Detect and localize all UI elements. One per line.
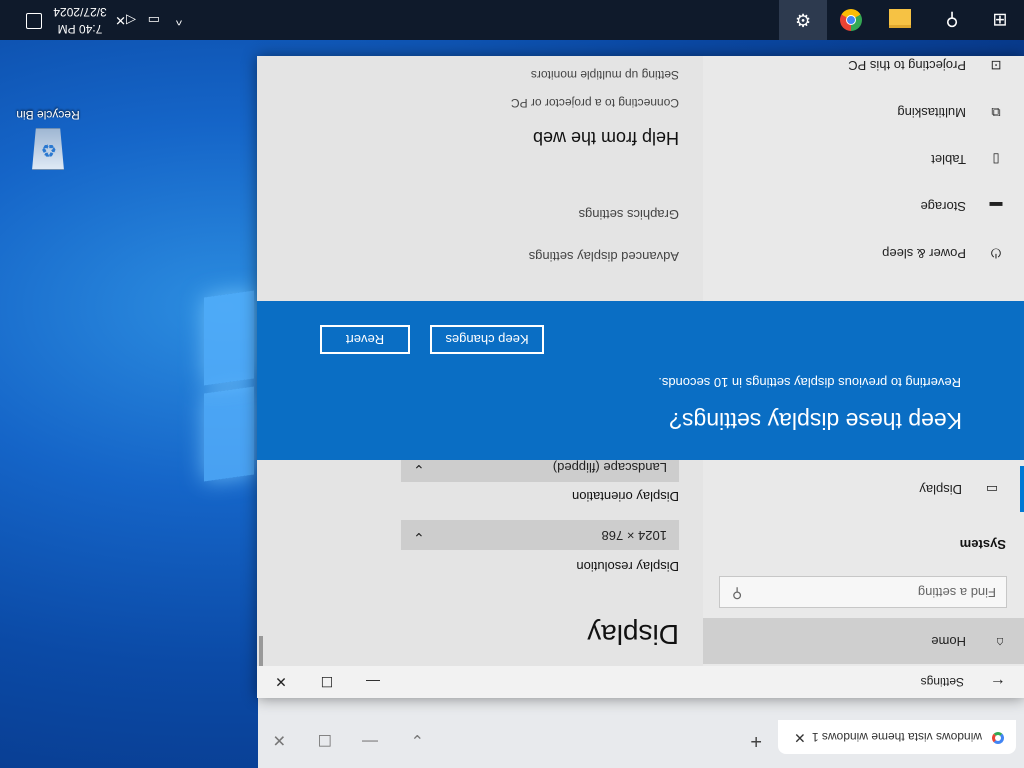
search-icon: ⚲ <box>732 586 743 602</box>
help-heading: Help from the web <box>532 128 679 148</box>
google-icon <box>992 732 1004 744</box>
volume-muted-icon[interactable]: ◁✕ <box>115 12 136 28</box>
sidebar-item-storage[interactable]: ▬ Storage <box>703 183 1024 229</box>
search-icon: ⚲ <box>945 10 959 30</box>
recycle-bin-shortcut[interactable]: Recycle Bin <box>8 108 88 170</box>
help-link[interactable]: Connecting to a projector or PC <box>511 96 679 110</box>
chevron-down-icon: ⌄ <box>413 530 425 546</box>
settings-minimize-button[interactable]: — <box>350 670 396 694</box>
multitasking-icon: ⧉ <box>991 105 1001 120</box>
chrome-button[interactable] <box>827 0 875 40</box>
browser-maximize-button[interactable]: ☐ <box>318 730 332 750</box>
sidebar-item-tablet[interactable]: ▯ Tablet <box>703 136 1024 182</box>
settings-window-title: Settings <box>920 675 964 689</box>
display-icon: ▭ <box>985 482 999 497</box>
chevron-up-icon[interactable]: ^ <box>176 13 182 28</box>
browser-window: windows vista theme windows 1( ✕ + ⌄ — ☐… <box>258 697 1024 768</box>
sidebar-item-home[interactable]: ⌂ Home <box>703 618 1024 664</box>
settings-close-button[interactable]: ✕ <box>258 670 304 694</box>
clock-date: 3/27/2024 <box>53 5 107 19</box>
sidebar-item-display[interactable]: ▭ Display <box>703 466 1024 512</box>
start-button[interactable]: ⊞ <box>976 0 1024 40</box>
orientation-label: Display orientation <box>572 489 679 504</box>
notification-icon[interactable] <box>26 13 42 29</box>
gear-icon: ⚙ <box>794 10 812 30</box>
sidebar-item-power-sleep[interactable]: ⏻ Power & sleep <box>703 230 1024 276</box>
folder-icon <box>889 9 911 28</box>
storage-icon: ▬ <box>989 199 1003 214</box>
power-icon: ⏻ <box>990 246 1002 261</box>
projecting-icon: ⊡ <box>990 58 1002 73</box>
revert-button[interactable]: Revert <box>320 325 410 354</box>
settings-titlebar: ← Settings — ☐ ✕ <box>257 666 1024 698</box>
dialog-message: Reverting to previous display settings i… <box>658 375 961 390</box>
chevron-down-icon: ⌄ <box>413 462 425 478</box>
windows-logo-wallpaper <box>204 288 254 482</box>
sidebar-item-projecting[interactable]: ⊡ Projecting to this PC <box>703 42 1024 88</box>
network-icon[interactable]: ▭ <box>148 12 160 28</box>
back-arrow-icon[interactable]: ← <box>990 674 1006 692</box>
tablet-icon: ▯ <box>992 152 1000 167</box>
browser-close-button[interactable]: ✕ <box>273 730 286 750</box>
settings-taskbar-button[interactable]: ⚙ <box>779 0 827 40</box>
help-link[interactable]: Setting up multiple monitors <box>531 68 679 82</box>
keep-settings-dialog: Keep these display settings? Reverting t… <box>257 301 1024 460</box>
desktop: Recycle Bin windows vista theme windows … <box>0 0 1024 768</box>
search-placeholder: Find a setting <box>917 585 996 600</box>
resolution-dropdown[interactable]: 1024 × 768 ⌄ <box>401 520 679 550</box>
tab-close-icon[interactable]: ✕ <box>794 729 806 746</box>
chrome-icon <box>840 9 862 31</box>
file-explorer-button[interactable] <box>876 0 924 40</box>
settings-maximize-button[interactable]: ☐ <box>304 670 350 694</box>
recycle-bin-label: Recycle Bin <box>16 108 80 122</box>
clock[interactable]: 7:40 PM 3/27/2024 <box>50 3 110 37</box>
home-icon: ⌂ <box>996 635 1004 650</box>
recycle-bin-icon <box>29 128 67 170</box>
browser-tab-search-button[interactable]: ⌄ <box>411 730 424 750</box>
graphics-settings-link[interactable]: Graphics settings <box>579 207 679 222</box>
page-title: Display <box>587 619 679 650</box>
browser-tab-title: windows vista theme windows 1( <box>812 730 982 744</box>
advanced-display-link[interactable]: Advanced display settings <box>529 249 679 264</box>
taskbar: ⊞ ⚲ ⚙ ^ ▭ ◁✕ 7:40 PM 3/27/2024 <box>0 0 1024 40</box>
browser-tab[interactable]: windows vista theme windows 1( ✕ <box>778 720 1016 754</box>
resolution-label: Display resolution <box>576 559 679 574</box>
section-heading-system: System <box>959 537 1006 552</box>
scrollbar[interactable] <box>259 636 263 666</box>
find-setting-search[interactable]: Find a setting ⚲ <box>719 576 1007 608</box>
clock-time: 7:40 PM <box>57 22 103 36</box>
search-button[interactable]: ⚲ <box>928 0 976 40</box>
browser-minimize-button[interactable]: — <box>362 732 378 750</box>
dialog-title: Keep these display settings? <box>669 408 962 434</box>
sidebar-item-multitasking[interactable]: ⧉ Multitasking <box>703 89 1024 135</box>
keep-changes-button[interactable]: Keep changes <box>430 325 544 354</box>
new-tab-button[interactable]: + <box>750 729 762 752</box>
windows-start-icon: ⊞ <box>992 10 1008 30</box>
